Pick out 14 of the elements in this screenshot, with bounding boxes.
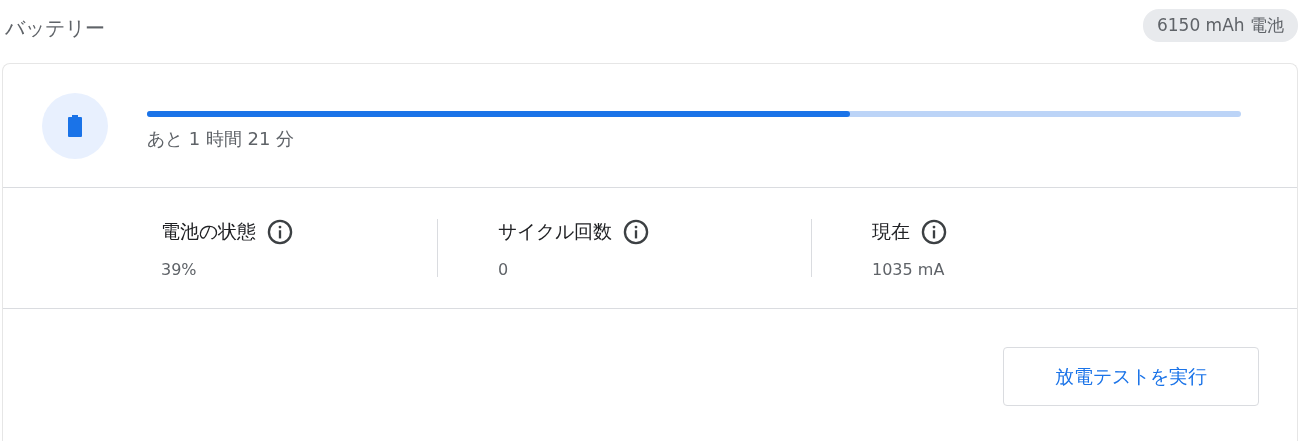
info-icon[interactable] [266,217,294,246]
stat-value: 0 [498,259,510,279]
stat-label: 電池の状態 [161,218,256,244]
info-icon[interactable] [920,217,948,246]
discharge-test-button[interactable]: 放電テストを実行 [1003,347,1259,406]
stat-value: 1035 mA [872,259,946,279]
stat-value: 39% [161,259,198,279]
remaining-time: あと 1 時間 21 分 [147,126,296,151]
stat-label: 現在 [872,218,910,244]
capacity-badge: 6150 mAh 電池 [1142,8,1298,42]
section-title: バッテリー [4,14,105,42]
stat-label: サイクル回数 [498,218,612,244]
battery-icon [68,114,82,137]
info-icon[interactable] [622,217,650,246]
